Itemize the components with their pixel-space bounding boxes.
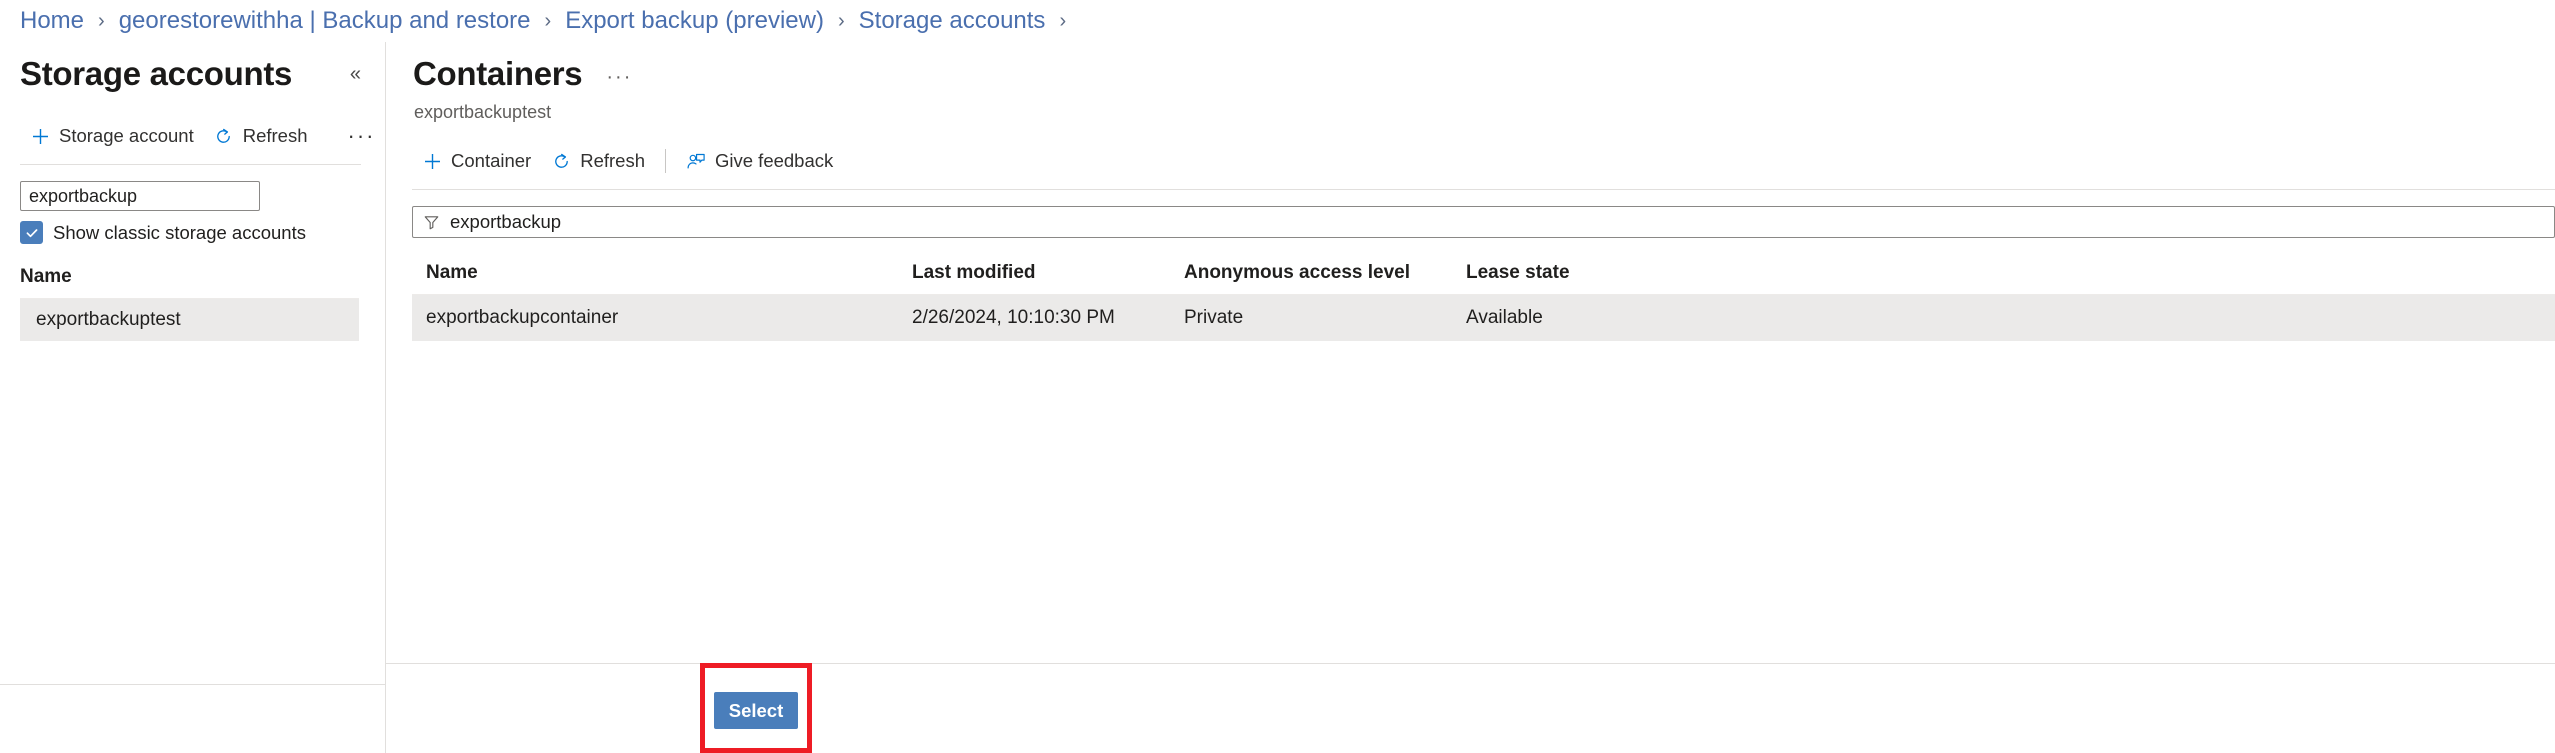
containers-title: Containers	[413, 54, 582, 94]
more-ellipsis-icon[interactable]: ···	[338, 126, 386, 146]
add-storage-account-label: Storage account	[59, 125, 194, 147]
table-row[interactable]: exportbackupcontainer 2/26/2024, 10:10:3…	[412, 295, 2555, 341]
page-title: Storage accounts	[20, 54, 292, 94]
add-container-label: Container	[451, 150, 531, 172]
refresh-button-left[interactable]: Refresh	[204, 118, 318, 154]
person-feedback-icon	[686, 151, 706, 171]
column-header-anonymous-access-level[interactable]: Anonymous access level	[1170, 262, 1452, 284]
give-feedback-button[interactable]: Give feedback	[676, 143, 843, 179]
list-item-label: exportbackuptest	[36, 309, 181, 331]
cell-anonymous-access-level: Private	[1170, 307, 1452, 329]
storage-accounts-panel: Storage accounts « Storage account Refre…	[0, 42, 386, 753]
containers-panel: Containers ··· exportbackuptest Containe…	[386, 42, 2555, 753]
column-header-last-modified[interactable]: Last modified	[898, 262, 1170, 284]
add-storage-account-button[interactable]: Storage account	[20, 118, 204, 154]
plus-icon	[422, 151, 442, 171]
cell-name: exportbackupcontainer	[412, 307, 898, 329]
containers-table: Name Last modified Anonymous access leve…	[412, 252, 2555, 341]
checkbox-label: Show classic storage accounts	[53, 222, 306, 244]
left-panel-header: Storage accounts «	[0, 42, 385, 94]
right-toolbar: Container Refresh Give feedback	[386, 139, 2555, 183]
filter-wrap	[386, 190, 2555, 238]
left-toolbar: Storage account Refresh ···	[0, 114, 385, 158]
toolbar-divider-right	[665, 149, 666, 173]
right-panel-header: Containers ···	[386, 42, 2555, 100]
container-filter-box[interactable]	[412, 206, 2555, 238]
left-list-column-header-name: Name	[0, 244, 385, 288]
filter-funnel-icon	[423, 214, 440, 231]
breadcrumb-item-export-backup[interactable]: Export backup (preview)	[565, 7, 824, 35]
column-header-lease-state[interactable]: Lease state	[1452, 262, 1682, 284]
more-ellipsis-icon-containers[interactable]: ···	[606, 54, 632, 100]
breadcrumb-item-georestorewithha[interactable]: georestorewithha | Backup and restore	[119, 7, 531, 35]
breadcrumb-item-home[interactable]: Home	[20, 7, 84, 35]
list-item[interactable]: exportbackuptest	[20, 299, 359, 341]
table-header-row: Name Last modified Anonymous access leve…	[412, 252, 2555, 295]
containers-subtitle: exportbackuptest	[386, 100, 2555, 123]
checkbox-checked-icon	[20, 221, 43, 244]
plus-icon	[30, 126, 50, 146]
add-container-button[interactable]: Container	[412, 143, 541, 179]
left-search-wrap	[0, 165, 385, 211]
breadcrumb-separator: ›	[838, 7, 845, 35]
footer-divider	[386, 663, 2555, 664]
show-classic-storage-accounts-checkbox[interactable]: Show classic storage accounts	[0, 211, 306, 244]
breadcrumb-separator: ›	[545, 7, 552, 35]
refresh-label-left: Refresh	[243, 125, 308, 147]
breadcrumb-item-storage-accounts[interactable]: Storage accounts	[859, 7, 1046, 35]
refresh-icon	[551, 151, 571, 171]
breadcrumb: Home › georestorewithha | Backup and res…	[0, 0, 2555, 42]
refresh-icon	[214, 126, 234, 146]
cell-lease-state: Available	[1452, 307, 1682, 329]
breadcrumb-separator: ›	[98, 7, 105, 35]
column-header-name[interactable]: Name	[412, 262, 898, 284]
left-panel-footer-rule	[0, 684, 385, 685]
container-filter-input[interactable]	[450, 211, 2544, 233]
search-input-storage-accounts[interactable]	[20, 181, 260, 211]
refresh-button-right[interactable]: Refresh	[541, 143, 655, 179]
chevron-double-left-icon[interactable]: «	[350, 54, 361, 94]
cell-last-modified: 2/26/2024, 10:10:30 PM	[898, 307, 1170, 329]
select-button[interactable]: Select	[714, 692, 798, 729]
refresh-label-right: Refresh	[580, 150, 645, 172]
give-feedback-label: Give feedback	[715, 150, 833, 172]
breadcrumb-separator-trailing: ›	[1059, 7, 1066, 35]
